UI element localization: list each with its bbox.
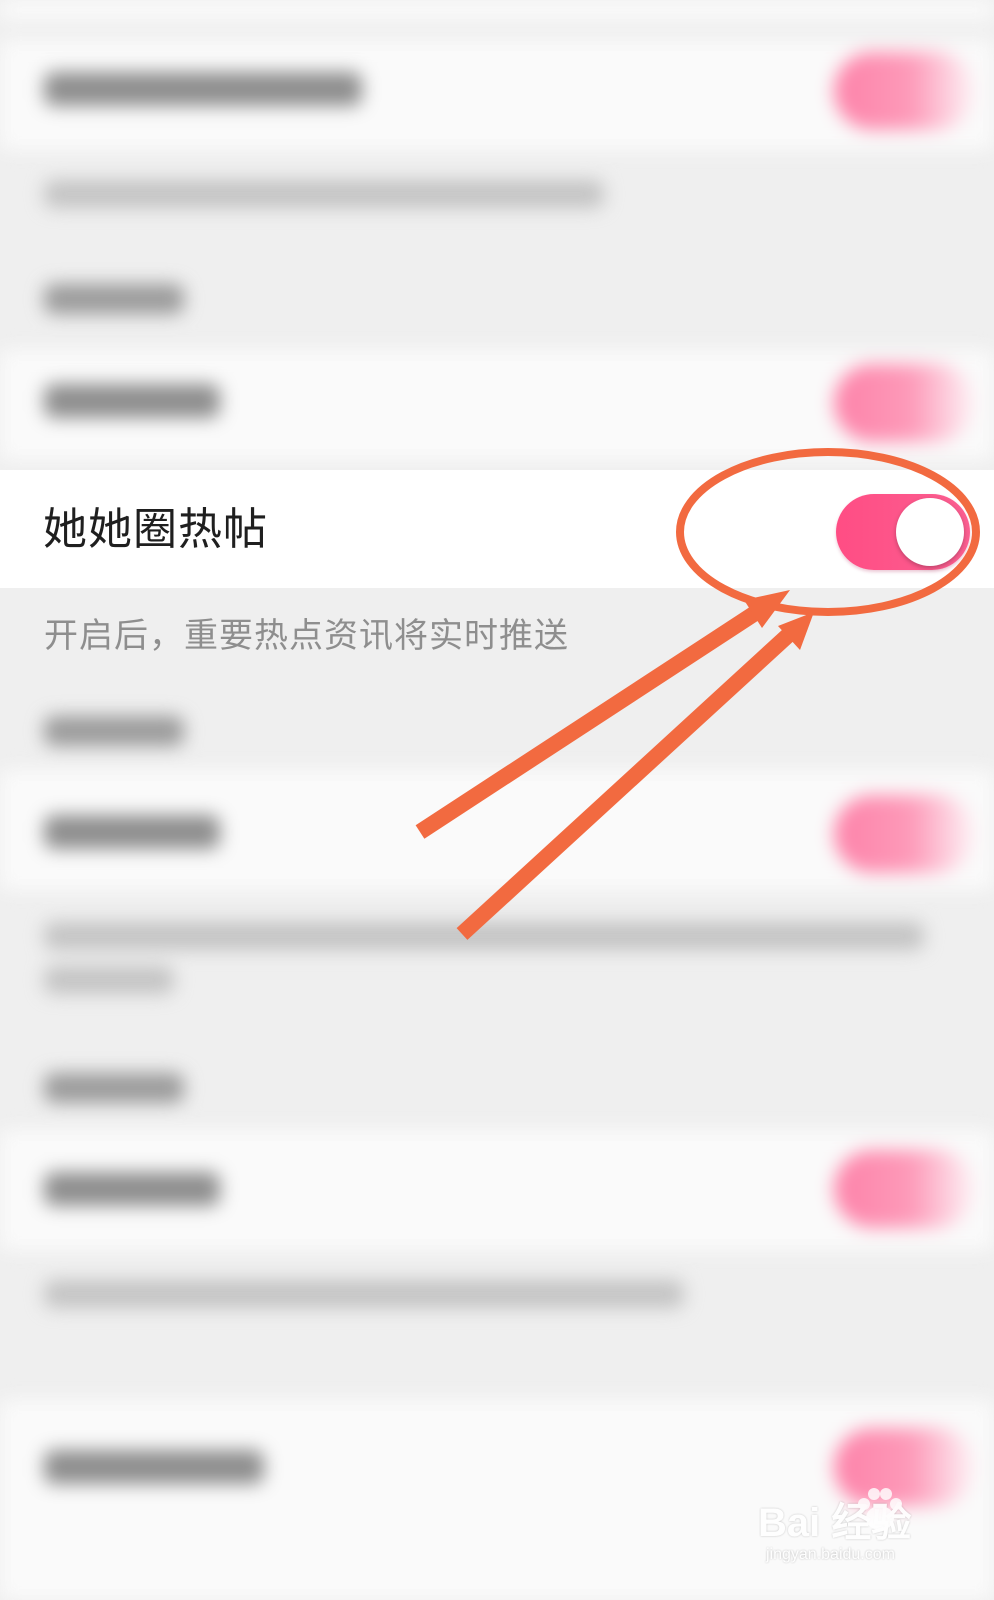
hot-posts-title: 她她圈热帖 [43,504,268,555]
blurred-description [44,180,604,208]
blurred-setting-label [44,1172,220,1206]
blurred-setting-label [44,1450,264,1484]
blurred-setting-label [44,384,220,418]
blurred-description [44,966,174,994]
hot-posts-description: 开启后，重要热点资讯将实时推送 [44,616,569,656]
blurred-settings-background [0,0,994,1600]
hot-posts-toggle[interactable] [836,494,970,570]
blurred-section-header [44,284,184,314]
blurred-setting-label [44,815,220,849]
blurred-description [44,922,924,950]
paw-icon [858,1488,902,1530]
watermark-url: jingyan.baidu.com [766,1546,895,1563]
blurred-section-header [44,1073,184,1103]
blurred-section-header [44,716,184,746]
blurred-toggle [834,52,974,130]
blurred-toggle [834,795,974,873]
blurred-toggle [834,1150,974,1228]
toggle-knob [896,498,964,566]
blurred-setting-label [44,72,362,106]
blurred-toggle [834,364,974,442]
blurred-description [44,1280,684,1308]
baidu-jingyan-watermark: Bai 经验 jingyan.baidu.com [758,1488,958,1580]
